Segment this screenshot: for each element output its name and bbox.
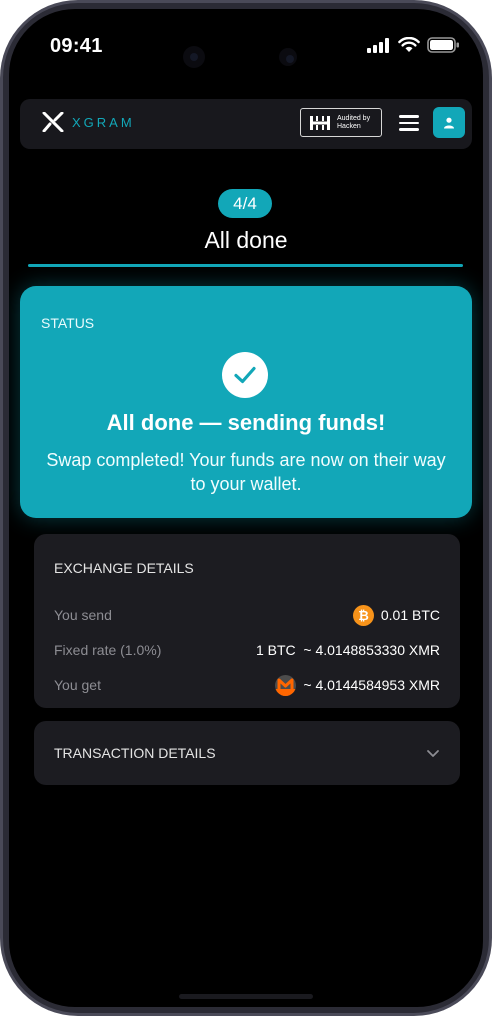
front-camera (183, 46, 205, 68)
phone-mockup: 09:41 XGRAM Audited by Hacken 4/4 All do… (0, 0, 492, 1016)
menu-icon[interactable] (399, 115, 419, 131)
chevron-down-icon (427, 750, 439, 757)
monero-icon (275, 674, 297, 696)
detail-label: You get (54, 677, 101, 693)
phone-screen: 09:41 XGRAM Audited by Hacken 4/4 All do… (9, 9, 483, 1007)
detail-row-send: You send ₿ 0.01 BTC (54, 604, 440, 626)
exchange-details-title: EXCHANGE DETAILS (54, 560, 194, 576)
hacken-icon (310, 115, 330, 130)
battery-icon (427, 37, 459, 53)
step-badge: 4/4 (218, 189, 272, 218)
success-badge (222, 352, 268, 398)
detail-row-rate: Fixed rate (1.0%) 1 BTC ~ 4.0148853330 X… (54, 639, 440, 661)
user-account-button[interactable] (433, 107, 465, 138)
home-indicator (179, 994, 313, 999)
status-bar-icons (367, 37, 460, 53)
progress-bar (28, 264, 463, 267)
audit-text: Audited by Hacken (337, 115, 370, 131)
status-message: Swap completed! Your funds are now on th… (46, 450, 446, 494)
xgram-logo-icon (42, 112, 64, 132)
audit-badge[interactable]: Audited by Hacken (300, 108, 382, 137)
transaction-details-title: TRANSACTION DETAILS (54, 745, 216, 761)
detail-row-get: You get ~ 4.0144584953 XMR (54, 674, 440, 696)
svg-text:₿: ₿ (358, 608, 369, 623)
audit-line-1: Audited by (337, 114, 371, 122)
wifi-icon (398, 37, 420, 52)
transaction-details-toggle[interactable]: TRANSACTION DETAILS (34, 721, 460, 785)
audit-line-2: Hacken (337, 122, 361, 130)
brand-logo[interactable]: XGRAM (42, 112, 135, 132)
exchange-details-card: EXCHANGE DETAILS You send ₿ 0.01 BTC Fix… (34, 534, 460, 708)
status-label: STATUS (41, 315, 95, 331)
detail-label: Fixed rate (1.0%) (54, 642, 162, 658)
get-amount: ~ 4.0144584953 XMR (303, 677, 440, 693)
rate-value: 1 BTC ~ 4.0148853330 XMR (255, 642, 440, 658)
status-bar-time: 09:41 (50, 35, 103, 57)
status-heading: All done — sending funds! (106, 410, 386, 435)
detail-value: ~ 4.0144584953 XMR (275, 674, 440, 696)
app-header: XGRAM Audited by Hacken (20, 99, 472, 149)
step-title: All done (204, 227, 288, 253)
cellular-signal-icon (367, 37, 389, 53)
status-card: STATUS All done — sending funds! Swap co… (20, 286, 472, 518)
sensor (279, 48, 297, 66)
brand-name: XGRAM (72, 114, 135, 130)
user-icon (444, 117, 454, 128)
send-amount: 0.01 BTC (380, 607, 440, 623)
detail-label: You send (54, 607, 112, 623)
detail-value: ₿ 0.01 BTC (352, 604, 440, 626)
bitcoin-icon: ₿ (352, 604, 374, 626)
check-icon (234, 366, 256, 384)
